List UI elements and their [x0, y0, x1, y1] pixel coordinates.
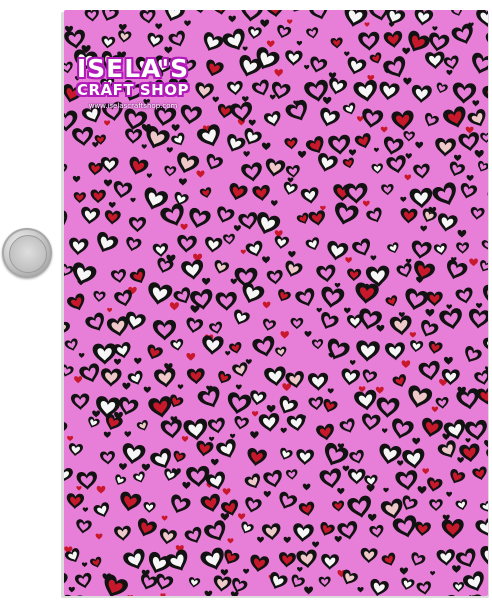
coin-face: [9, 235, 47, 273]
heart-pattern: [64, 10, 488, 596]
coin-icon: [2, 228, 52, 278]
craft-sheet: [64, 10, 488, 596]
